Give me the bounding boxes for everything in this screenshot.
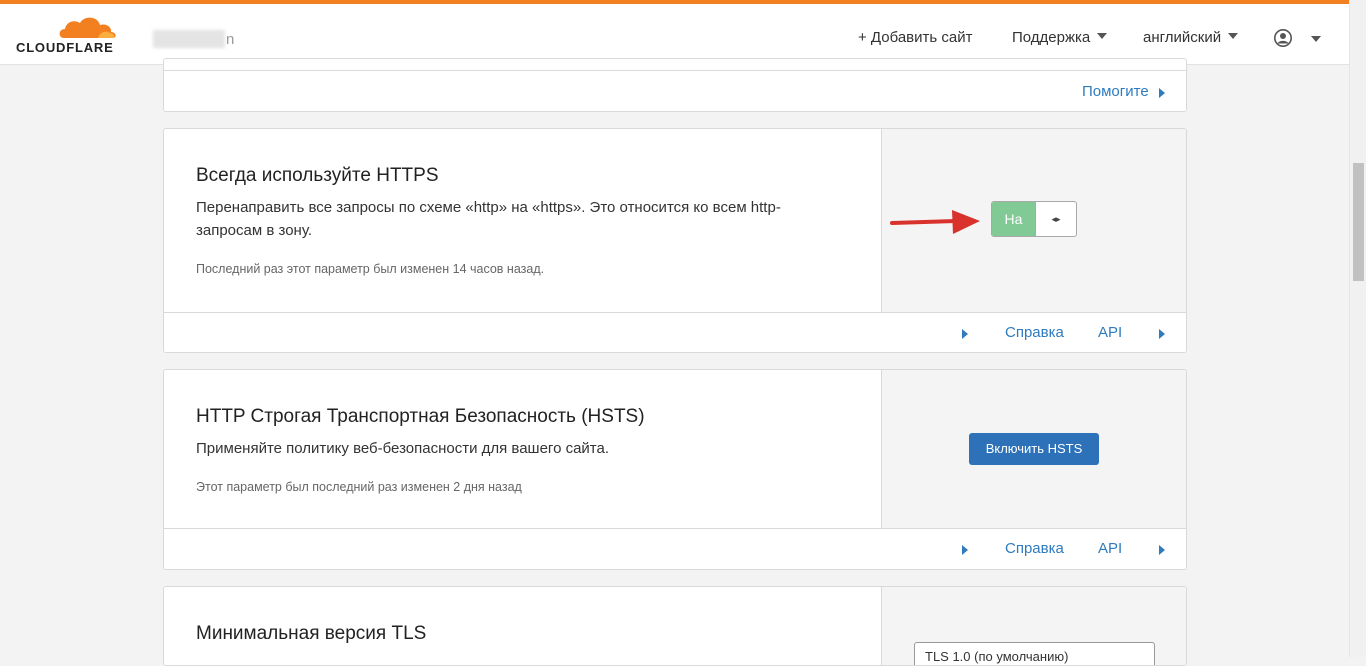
last-modified-text: Последний раз этот параметр был изменен … (196, 262, 545, 276)
chevron-down-icon (1228, 33, 1239, 39)
cloud-icon (59, 17, 116, 38)
setting-control-panel: Включить HSTS (881, 370, 1186, 528)
card-footer: Справка API (164, 528, 1186, 569)
card-body: HTTP Строгая Транспортная Безопасность (… (164, 370, 881, 528)
support-menu[interactable]: Поддержка (1012, 29, 1108, 46)
cloudflare-logo[interactable]: CLOUDFLARE (16, 14, 126, 58)
previous-setting-card: Помогите (163, 58, 1187, 112)
setting-description: Применяйте политику веб-безопасности для… (196, 440, 610, 457)
toggle-handle-icon[interactable]: ◂▸ (1035, 202, 1076, 236)
help-link[interactable]: Справка (1005, 540, 1064, 557)
card-footer: Помогите (164, 70, 1186, 111)
language-menu[interactable]: английский (1143, 29, 1239, 46)
hsts-card: HTTP Строгая Транспортная Безопасность (… (163, 369, 1187, 570)
add-site-link[interactable]: + Добавить сайт (858, 29, 972, 46)
api-link[interactable]: API (1098, 324, 1122, 341)
setting-title: HTTP Строгая Транспортная Безопасность (… (196, 406, 645, 427)
min-tls-card: Минимальная версия TLS TLS 1.0 (по умолч… (163, 586, 1187, 666)
card-body: Минимальная версия TLS (164, 587, 881, 665)
chevron-right-icon[interactable] (1159, 329, 1165, 339)
support-menu-label: Поддержка (1012, 29, 1091, 46)
always-https-card: Всегда используйте HTTPS Перенаправить в… (163, 128, 1187, 353)
user-avatar-icon[interactable] (1274, 29, 1292, 47)
chevron-right-icon[interactable] (962, 329, 968, 339)
scrollbar-thumb[interactable] (1353, 163, 1364, 281)
account-name-suffix: n (226, 31, 235, 48)
last-modified-text: Этот параметр был последний раз изменен … (196, 480, 522, 494)
card-footer: Справка API (164, 312, 1186, 352)
setting-title: Минимальная версия TLS (196, 623, 427, 644)
annotation-arrow-icon (890, 210, 980, 234)
setting-title: Всегда используйте HTTPS (196, 165, 439, 186)
user-menu-chevron-icon[interactable] (1311, 36, 1321, 42)
language-menu-label: английский (1143, 29, 1222, 46)
account-name-redacted (153, 30, 225, 48)
card-body: Всегда используйте HTTPS Перенаправить в… (164, 129, 881, 312)
toggle-on-label: На (992, 202, 1035, 236)
chevron-right-icon[interactable] (962, 545, 968, 555)
chevron-right-icon (1159, 88, 1165, 98)
chevron-right-icon[interactable] (1159, 545, 1165, 555)
top-navigation-bar: CLOUDFLARE n + Добавить сайт Поддержка а… (0, 0, 1349, 65)
help-link[interactable]: Справка (1005, 324, 1064, 341)
always-https-toggle[interactable]: На ◂▸ (991, 201, 1077, 237)
page-scrollbar[interactable] (1349, 0, 1366, 657)
chevron-down-icon (1097, 33, 1108, 39)
help-link[interactable]: Помогите (1082, 83, 1149, 100)
tls-version-select[interactable]: TLS 1.0 (по умолчанию) (914, 642, 1155, 665)
setting-description: Перенаправить все запросы по схеме «http… (196, 199, 781, 239)
api-link[interactable]: API (1098, 540, 1122, 557)
brand-name: CLOUDFLARE (16, 40, 114, 55)
setting-control-panel: TLS 1.0 (по умолчанию) (881, 587, 1186, 665)
enable-hsts-button[interactable]: Включить HSTS (969, 433, 1099, 465)
